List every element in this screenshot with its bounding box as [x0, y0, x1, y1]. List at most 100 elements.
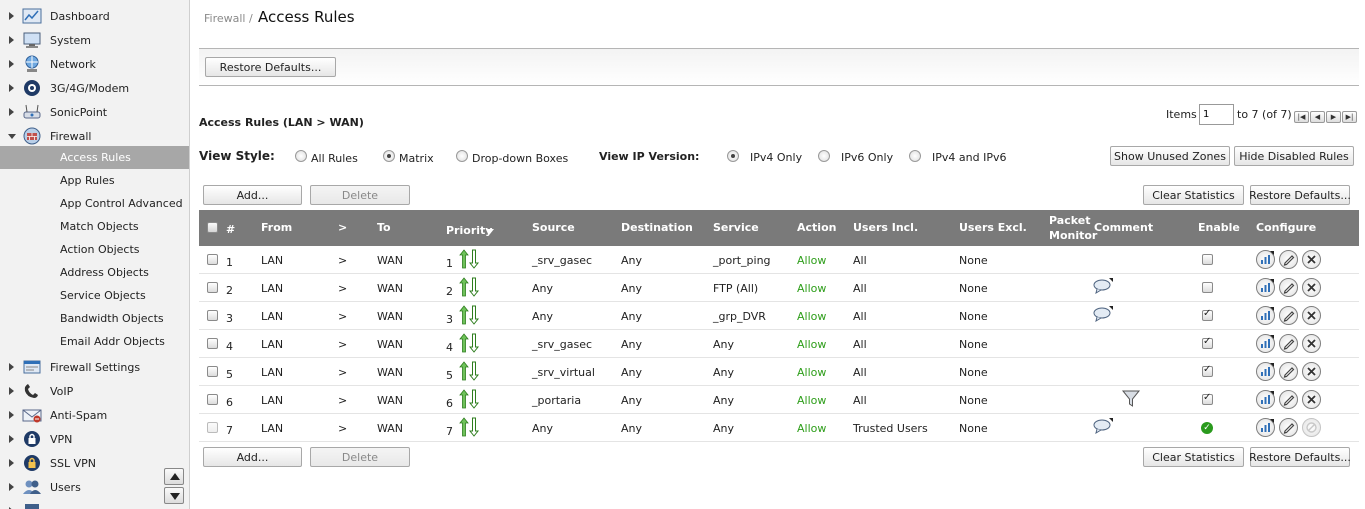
edit-pencil-icon[interactable]	[1279, 334, 1298, 353]
ipv6-only-label[interactable]: IPv6 Only	[841, 151, 893, 164]
row-select-checkbox[interactable]	[207, 282, 218, 293]
expand-right-icon[interactable]	[9, 411, 14, 419]
sidebar-subitem-access-rules[interactable]: Access Rules	[0, 146, 189, 169]
edit-pencil-icon[interactable]	[1279, 306, 1298, 325]
enable-checkbox[interactable]	[1202, 392, 1213, 405]
sidebar-subitem-service-objects[interactable]: Service Objects	[0, 284, 189, 307]
edit-pencil-icon[interactable]	[1279, 362, 1298, 381]
row-select-checkbox[interactable]	[207, 422, 218, 433]
edit-pencil-icon[interactable]	[1279, 390, 1298, 409]
delete-x-icon[interactable]	[1302, 390, 1321, 409]
sidebar-item-partial[interactable]	[0, 499, 189, 509]
edit-pencil-icon[interactable]	[1279, 250, 1298, 269]
priority-move-icon[interactable]	[459, 249, 481, 272]
delete-disabled-icon[interactable]	[1302, 418, 1321, 437]
comment-bubble-icon[interactable]	[1093, 418, 1113, 437]
row-select-checkbox[interactable]	[207, 310, 218, 321]
enable-checkbox[interactable]	[1202, 336, 1213, 349]
ipv4-and-ipv6-radio[interactable]	[909, 150, 921, 162]
view-style-dropdown-label[interactable]: Drop-down Boxes	[472, 152, 568, 165]
sidebar-subitem-match-objects[interactable]: Match Objects	[0, 215, 189, 238]
sidebar-item-ssl-vpn[interactable]: SSL VPN	[0, 451, 189, 475]
sidebar-subitem-email-addr-objects[interactable]: Email Addr Objects	[0, 330, 189, 353]
delete-button-bottom[interactable]: Delete	[310, 447, 410, 467]
breadcrumb[interactable]: Firewall /	[204, 12, 253, 25]
statistics-icon[interactable]	[1256, 362, 1275, 381]
edit-pencil-icon[interactable]	[1279, 278, 1298, 297]
sidebar-subitem-app-rules[interactable]: App Rules	[0, 169, 189, 192]
sidebar-item-voip[interactable]: VoIP	[0, 379, 189, 403]
view-style-all-rules-radio[interactable]	[295, 150, 307, 162]
table-row[interactable]: 4 LAN > WAN _srv_gasec Any Any Allow All None 4	[199, 330, 1359, 358]
table-row[interactable]: 5 LAN > WAN _srv_virtual Any Any Allow All None 5	[199, 358, 1359, 386]
enable-checkbox[interactable]	[1202, 282, 1213, 293]
enable-checkbox[interactable]	[1202, 308, 1213, 321]
pager-first-icon[interactable]: |◀	[1294, 111, 1309, 123]
priority-move-icon[interactable]	[459, 305, 481, 328]
sidebar-item-vpn[interactable]: VPN	[0, 427, 189, 451]
view-style-matrix-radio[interactable]	[383, 150, 395, 162]
add-button-bottom[interactable]: Add...	[203, 447, 302, 467]
priority-move-icon[interactable]	[459, 417, 481, 440]
sidebar-item-anti-spam[interactable]: Anti-Spam	[0, 403, 189, 427]
enable-checkbox[interactable]	[1202, 364, 1213, 377]
restore-defaults-button-top[interactable]: Restore Defaults...	[1249, 185, 1351, 205]
expand-right-icon[interactable]	[9, 60, 14, 68]
delete-button-top[interactable]: Delete	[310, 185, 410, 205]
row-select-checkbox[interactable]	[207, 338, 218, 349]
expand-right-icon[interactable]	[9, 459, 14, 467]
sidebar-scroll-down-button[interactable]	[164, 487, 184, 504]
expand-down-icon[interactable]	[8, 133, 16, 139]
sidebar-subitem-address-objects[interactable]: Address Objects	[0, 261, 189, 284]
sidebar-item-users[interactable]: Users	[0, 475, 189, 499]
sidebar-subitem-bandwidth-objects[interactable]: Bandwidth Objects	[0, 307, 189, 330]
expand-right-icon[interactable]	[9, 12, 14, 20]
view-style-all-rules-label[interactable]: All Rules	[311, 152, 358, 165]
sidebar-item-dashboard[interactable]: Dashboard	[0, 4, 189, 28]
table-row[interactable]: 1 LAN > WAN _srv_gasec Any _port_ping Allow All N…	[199, 246, 1359, 274]
enable-checkbox[interactable]	[1202, 254, 1213, 265]
ipv4-and-ipv6-label[interactable]: IPv4 and IPv6	[932, 151, 1006, 164]
expand-right-icon[interactable]	[9, 36, 14, 44]
statistics-icon[interactable]	[1256, 250, 1275, 269]
delete-x-icon[interactable]	[1302, 250, 1321, 269]
delete-x-icon[interactable]	[1302, 334, 1321, 353]
sidebar-subitem-app-control-advanced[interactable]: App Control Advanced	[0, 192, 189, 215]
delete-x-icon[interactable]	[1302, 362, 1321, 381]
statistics-icon[interactable]	[1256, 390, 1275, 409]
table-row[interactable]: 2 LAN > WAN Any Any FTP (All) Allow All None 2	[199, 274, 1359, 302]
delete-x-icon[interactable]	[1302, 278, 1321, 297]
hide-disabled-rules-button[interactable]: Hide Disabled Rules	[1234, 146, 1354, 166]
priority-move-icon[interactable]	[459, 333, 481, 356]
sort-desc-icon[interactable]	[486, 229, 494, 234]
statistics-icon[interactable]	[1256, 418, 1275, 437]
row-select-checkbox[interactable]	[207, 366, 218, 377]
delete-x-icon[interactable]	[1302, 306, 1321, 325]
sidebar-item-3g-4g-modem[interactable]: 3G/4G/Modem	[0, 76, 189, 100]
pager-next-icon[interactable]: ▶	[1326, 111, 1341, 123]
expand-right-icon[interactable]	[9, 483, 14, 491]
items-start-input[interactable]	[1199, 104, 1234, 125]
select-all-checkbox[interactable]	[207, 222, 218, 233]
priority-move-icon[interactable]	[459, 361, 481, 384]
pager-last-icon[interactable]: ▶|	[1342, 111, 1357, 123]
pager-prev-icon[interactable]: ◀	[1310, 111, 1325, 123]
row-select-checkbox[interactable]	[207, 394, 218, 405]
restore-defaults-button-bottom[interactable]: Restore Defaults...	[1249, 447, 1351, 467]
row-select-checkbox[interactable]	[207, 254, 218, 265]
expand-right-icon[interactable]	[9, 84, 14, 92]
table-row[interactable]: 7 LAN > WAN Any Any Any Allow Trusted Users None 7…	[199, 414, 1359, 442]
show-unused-zones-button[interactable]: Show Unused Zones	[1110, 146, 1230, 166]
expand-right-icon[interactable]	[9, 363, 14, 371]
ipv4-only-label[interactable]: IPv4 Only	[750, 151, 802, 164]
sidebar-item-system[interactable]: System	[0, 28, 189, 52]
clear-statistics-button-bottom[interactable]: Clear Statistics	[1143, 447, 1244, 467]
ipv4-only-radio[interactable]	[727, 150, 739, 162]
sidebar-subitem-action-objects[interactable]: Action Objects	[0, 238, 189, 261]
sidebar-item-sonicpoint[interactable]: SonicPoint	[0, 100, 189, 124]
table-row[interactable]: 6 LAN > WAN _portaria Any Any Allow All None 6	[199, 386, 1359, 414]
comment-bubble-icon[interactable]	[1093, 306, 1113, 325]
sidebar-item-firewall-settings[interactable]: Firewall Settings	[0, 355, 189, 379]
sidebar-item-network[interactable]: Network	[0, 52, 189, 76]
view-style-matrix-label[interactable]: Matrix	[399, 152, 434, 165]
